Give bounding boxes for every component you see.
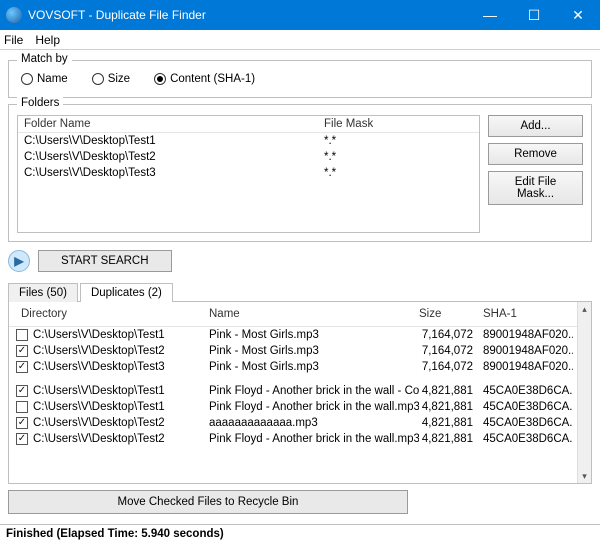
radio-content-label: Content (SHA-1) [170,73,255,85]
result-size: 4,821,881 [419,417,483,429]
result-size: 7,164,072 [419,329,483,341]
result-sha1: 89001948AF020... [483,345,573,357]
result-name: Pink - Most Girls.mp3 [209,345,419,357]
close-button[interactable]: ✕ [556,0,600,30]
move-to-recycle-button[interactable]: Move Checked Files to Recycle Bin [8,490,408,514]
tab-files[interactable]: Files (50) [8,283,78,302]
result-directory: C:\Users\V\Desktop\Test1 [33,401,165,413]
tab-duplicates[interactable]: Duplicates (2) [80,283,173,302]
folder-mask: *.* [324,167,473,179]
scroll-down-icon[interactable]: ▾ [578,469,591,483]
status-text: Finished (Elapsed Time: 5.940 seconds) [6,528,224,540]
result-row[interactable]: C:\Users\V\Desktop\Test1 Pink Floyd - Ano… [9,399,577,415]
folder-mask: *.* [324,135,473,147]
result-name: Pink Floyd - Another brick in the wall.m… [209,401,419,413]
radio-size[interactable]: Size [92,73,130,85]
window-title: VOVSOFT - Duplicate File Finder [28,8,206,22]
checkbox[interactable]: ✓ [16,417,28,429]
folder-row[interactable]: C:\Users\V\Desktop\Test2*.* [18,149,479,165]
vertical-scrollbar[interactable]: ▴ ▾ [577,302,591,483]
play-icon: ▶ [14,254,23,268]
col-folder-name[interactable]: Folder Name [24,118,324,130]
results-panel: Directory Name Size SHA-1 C:\Users\V\Des… [8,302,592,484]
folder-row[interactable]: C:\Users\V\Desktop\Test1*.* [18,133,479,149]
app-icon [6,7,22,23]
maximize-button[interactable]: ☐ [512,0,556,30]
checkbox[interactable]: ✓ [16,361,28,373]
checkbox[interactable]: ✓ [16,385,28,397]
status-bar: Finished (Elapsed Time: 5.940 seconds) [0,524,600,543]
radio-content[interactable]: Content (SHA-1) [154,73,255,85]
folders-header: Folder Name File Mask [18,116,479,133]
result-name: aaaaaaaaaaaaa.mp3 [209,417,419,429]
result-size: 7,164,072 [419,345,483,357]
result-sha1: 45CA0E38D6CA... [483,385,573,397]
result-name: Pink Floyd - Another brick in the wall.m… [209,433,419,445]
result-row[interactable]: ✓ C:\Users\V\Desktop\Test1 Pink Floyd - An… [9,383,577,399]
search-play-button[interactable]: ▶ [8,250,30,272]
result-row[interactable]: ✓ C:\Users\V\Desktop\Test2 Pink - Most Gir… [9,343,577,359]
result-directory: C:\Users\V\Desktop\Test3 [33,361,165,373]
radio-icon [154,73,166,85]
remove-button[interactable]: Remove [488,143,583,165]
radio-icon [21,73,33,85]
result-sha1: 89001948AF020... [483,361,573,373]
result-size: 7,164,072 [419,361,483,373]
col-sha1[interactable]: SHA-1 [483,308,573,320]
radio-name-label: Name [37,73,68,85]
result-name: Pink - Most Girls.mp3 [209,329,419,341]
checkbox[interactable] [16,401,28,413]
minimize-button[interactable]: — [468,0,512,30]
radio-name[interactable]: Name [21,73,68,85]
matchby-legend: Match by [17,53,72,65]
titlebar: VOVSOFT - Duplicate File Finder — ☐ ✕ [0,0,600,30]
result-tabs: Files (50) Duplicates (2) [8,282,592,302]
edit-file-mask-button[interactable]: Edit File Mask... [488,171,583,205]
results-header: Directory Name Size SHA-1 [9,302,577,327]
result-size: 4,821,881 [419,433,483,445]
col-name[interactable]: Name [209,308,419,320]
result-directory: C:\Users\V\Desktop\Test1 [33,385,165,397]
checkbox[interactable] [16,329,28,341]
result-sha1: 89001948AF020... [483,329,573,341]
scroll-up-icon[interactable]: ▴ [578,302,591,316]
result-directory: C:\Users\V\Desktop\Test2 [33,345,165,357]
result-sha1: 45CA0E38D6CA... [483,417,573,429]
result-row[interactable]: C:\Users\V\Desktop\Test1 Pink - Most Girl… [9,327,577,343]
checkbox[interactable]: ✓ [16,433,28,445]
result-size: 4,821,881 [419,385,483,397]
result-sha1: 45CA0E38D6CA... [483,433,573,445]
col-directory[interactable]: Directory [13,308,209,320]
radio-size-label: Size [108,73,130,85]
add-button[interactable]: Add... [488,115,583,137]
result-row[interactable]: ✓ C:\Users\V\Desktop\Test3 Pink - Most Gir… [9,359,577,375]
result-directory: C:\Users\V\Desktop\Test1 [33,329,165,341]
group-separator [9,375,591,383]
folders-legend: Folders [17,97,63,109]
folders-table[interactable]: Folder Name File Mask C:\Users\V\Desktop… [17,115,480,233]
menubar: File Help [0,30,600,50]
result-row[interactable]: ✓ C:\Users\V\Desktop\Test2 aaaaaaaaaaaaa.m… [9,415,577,431]
result-size: 4,821,881 [419,401,483,413]
col-file-mask[interactable]: File Mask [324,118,473,130]
result-directory: C:\Users\V\Desktop\Test2 [33,433,165,445]
folder-path: C:\Users\V\Desktop\Test1 [24,135,324,147]
radio-icon [92,73,104,85]
result-directory: C:\Users\V\Desktop\Test2 [33,417,165,429]
folder-path: C:\Users\V\Desktop\Test3 [24,167,324,179]
folder-mask: *.* [324,151,473,163]
result-name: Pink Floyd - Another brick in the wall -… [209,385,419,397]
folder-row[interactable]: C:\Users\V\Desktop\Test3*.* [18,165,479,181]
folders-group: Folders Folder Name File Mask C:\Users\V… [8,104,592,242]
matchby-group: Match by Name Size Content (SHA-1) [8,60,592,98]
folder-path: C:\Users\V\Desktop\Test2 [24,151,324,163]
menu-file[interactable]: File [4,33,23,47]
result-name: Pink - Most Girls.mp3 [209,361,419,373]
result-row[interactable]: ✓ C:\Users\V\Desktop\Test2 Pink Floyd - An… [9,431,577,447]
checkbox[interactable]: ✓ [16,345,28,357]
result-sha1: 45CA0E38D6CA... [483,401,573,413]
col-size[interactable]: Size [419,308,483,320]
menu-help[interactable]: Help [35,33,60,47]
start-search-button[interactable]: START SEARCH [38,250,172,272]
